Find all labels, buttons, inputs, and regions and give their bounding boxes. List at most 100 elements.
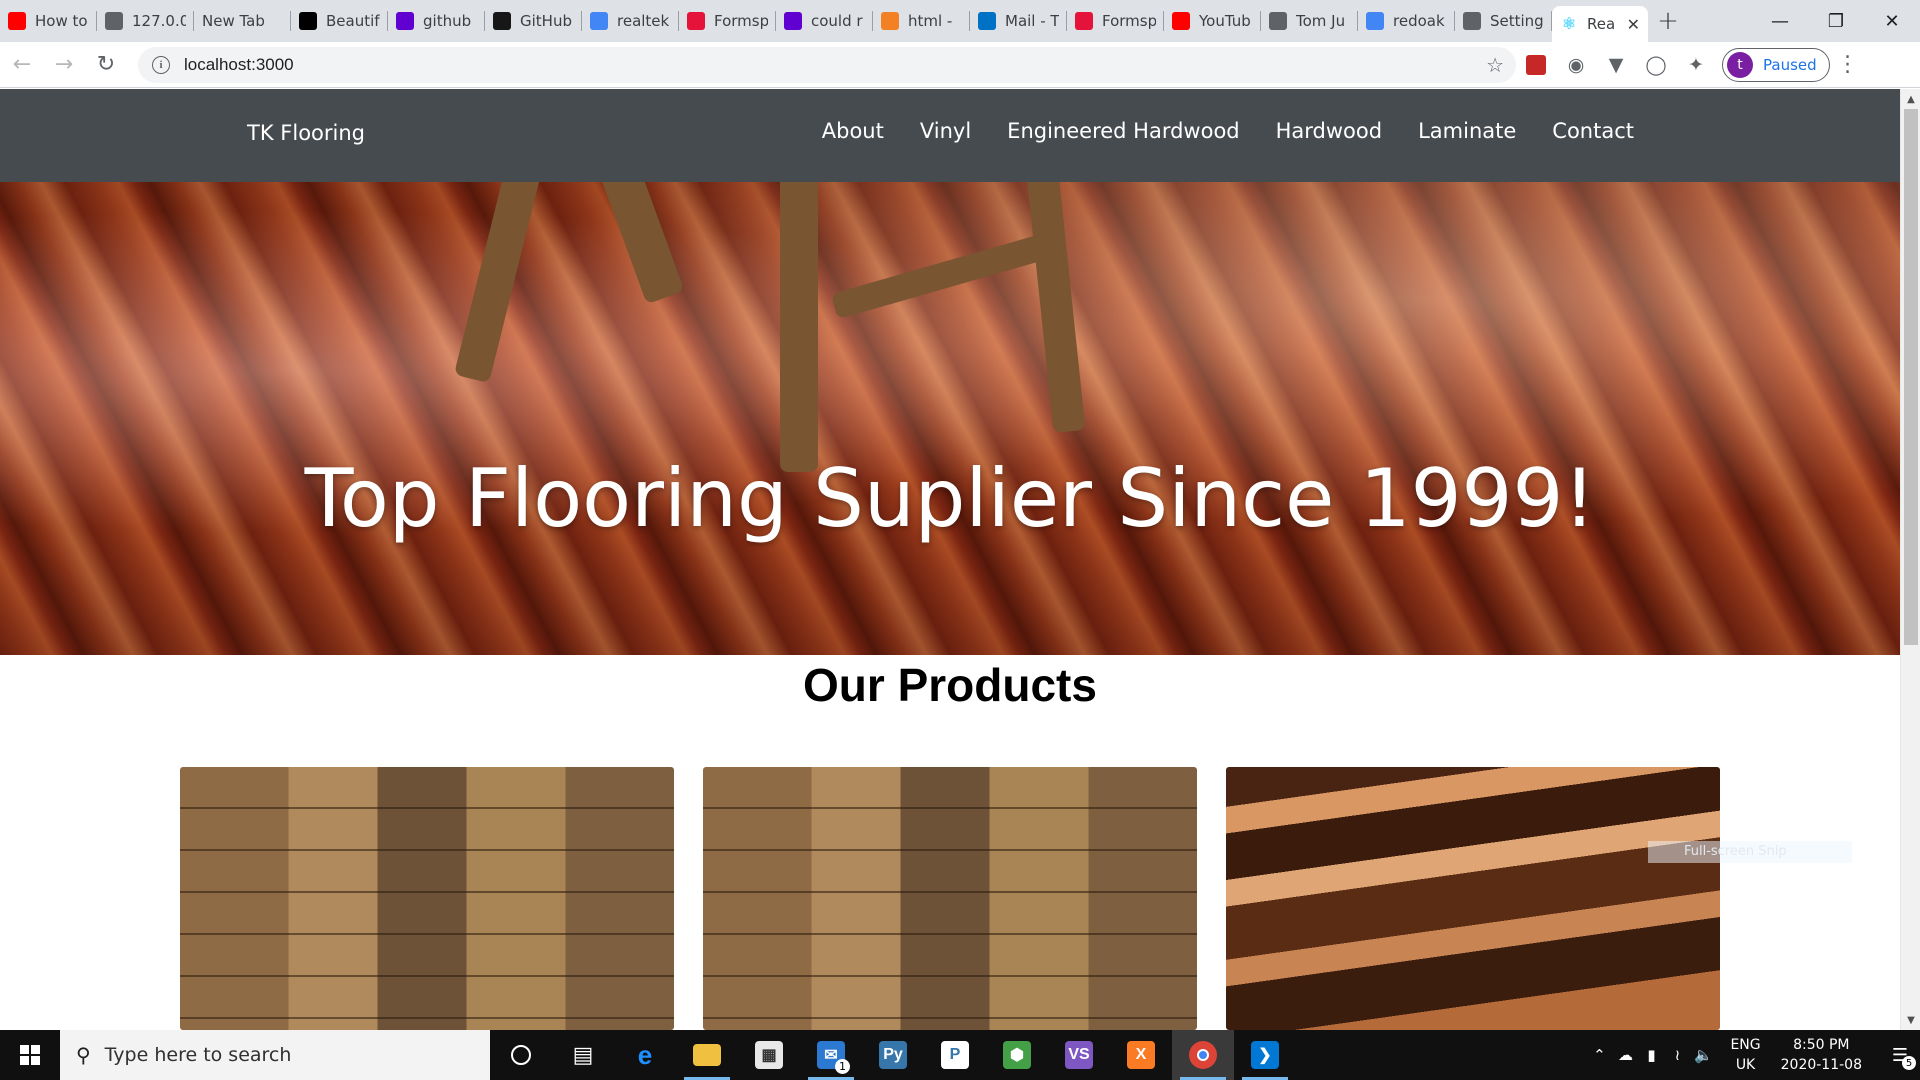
show-hidden-icons-icon[interactable]: ⌃	[1586, 1046, 1612, 1064]
tab-label: New Tab	[202, 12, 265, 30]
nav-link-about[interactable]: About	[822, 119, 884, 143]
new-tab-button[interactable]: +	[1648, 0, 1688, 42]
language-code: ENG	[1730, 1037, 1761, 1053]
bookmark-star-icon[interactable]: ☆	[1486, 53, 1504, 77]
formspree-icon	[1075, 12, 1093, 30]
task-view-icon[interactable]: ▤	[552, 1030, 614, 1080]
browser-tab[interactable]: YouTub	[1164, 0, 1261, 42]
hero-banner: Top Flooring Suplier Since 1999!	[0, 182, 1900, 655]
scroll-up-icon[interactable]: ▲	[1901, 89, 1920, 109]
url-text[interactable]: localhost:3000	[184, 55, 294, 75]
browser-tab[interactable]: New Tab	[194, 0, 291, 42]
browser-tab[interactable]: GitHub	[485, 0, 582, 42]
github-icon	[493, 12, 511, 30]
stackoverflow-icon	[881, 12, 899, 30]
mail-icon[interactable]: ✉ 1	[800, 1030, 862, 1080]
visual-studio-icon[interactable]: VS	[1048, 1030, 1110, 1080]
browser-tab[interactable]: 127.0.0	[97, 0, 194, 42]
vscode-icon[interactable]: ❯	[1234, 1030, 1296, 1080]
site-navbar: TK Flooring About Vinyl Engineered Hardwoo…	[0, 89, 1900, 182]
globe-icon	[1269, 12, 1287, 30]
python-icon[interactable]: Py	[862, 1030, 924, 1080]
language-indicator[interactable]: ENG UK	[1730, 1035, 1760, 1075]
battery-icon[interactable]: ▮	[1638, 1046, 1664, 1064]
scroll-down-icon[interactable]: ▼	[1901, 1010, 1920, 1030]
nav-link-vinyl[interactable]: Vinyl	[920, 119, 971, 143]
nav-link-hardwood[interactable]: Hardwood	[1276, 119, 1382, 143]
edge-icon[interactable]: e	[614, 1030, 676, 1080]
forward-icon[interactable]: →	[44, 45, 84, 85]
product-card-image[interactable]	[180, 767, 674, 1030]
notification-count: 5	[1902, 1056, 1916, 1070]
extension-grey-icon[interactable]: ◉	[1556, 45, 1596, 85]
browser-tab[interactable]: github	[388, 0, 485, 42]
youtube-icon	[8, 12, 26, 30]
file-explorer-icon[interactable]	[676, 1030, 738, 1080]
extension-vue-icon[interactable]: ▼	[1596, 45, 1636, 85]
wifi-icon[interactable]: ≀	[1664, 1046, 1690, 1064]
browser-tab[interactable]: Mail - T	[970, 0, 1067, 42]
python-file-icon[interactable]: P	[924, 1030, 986, 1080]
page-scrollbar[interactable]: ▲ ▼	[1900, 89, 1920, 1030]
chair-leg-image	[595, 182, 685, 305]
nav-link-contact[interactable]: Contact	[1552, 119, 1634, 143]
browser-tab-strip: How to 127.0.0 New Tab Beautif github GitHub r…	[0, 0, 1920, 42]
nodejs-icon[interactable]: ⬢	[986, 1030, 1048, 1080]
reload-icon[interactable]: ↻	[86, 45, 126, 85]
browser-toolbar: ← → ↻ i localhost:3000 ☆ ◉ ▼ ◯ ✦ t Pause…	[0, 42, 1920, 88]
browser-tab[interactable]: Formsp	[1067, 0, 1164, 42]
extension-circle-icon[interactable]: ◯	[1636, 45, 1676, 85]
scrollbar-thumb[interactable]	[1904, 109, 1918, 645]
browser-tab[interactable]: Tom Ju	[1261, 0, 1358, 42]
xampp-icon[interactable]: X	[1110, 1030, 1172, 1080]
restore-icon[interactable]: ❐	[1808, 0, 1864, 42]
browser-tab[interactable]: could r	[776, 0, 873, 42]
product-card-image[interactable]	[703, 767, 1197, 1030]
browser-tab[interactable]: realtek	[582, 0, 679, 42]
extension-red-icon[interactable]	[1516, 45, 1556, 85]
minimize-icon[interactable]: —	[1752, 0, 1808, 42]
tab-label: github	[423, 12, 472, 30]
active-browser-tab[interactable]: ⚛ Rea ✕	[1552, 6, 1648, 42]
extensions-puzzle-icon[interactable]: ✦	[1676, 45, 1716, 85]
nav-link-laminate[interactable]: Laminate	[1418, 119, 1516, 143]
menu-kebab-icon[interactable]: ⋮	[1830, 45, 1866, 85]
product-card-image[interactable]	[1226, 767, 1720, 1030]
youtube-icon	[1172, 12, 1190, 30]
start-button[interactable]	[0, 1030, 60, 1080]
store-icon[interactable]: ▦	[738, 1030, 800, 1080]
back-icon[interactable]: ←	[2, 45, 42, 85]
nav-link-engineered-hardwood[interactable]: Engineered Hardwood	[1007, 119, 1239, 143]
volume-icon[interactable]: 🔈	[1690, 1046, 1716, 1064]
close-window-icon[interactable]: ✕	[1864, 0, 1920, 42]
cortana-icon[interactable]	[490, 1030, 552, 1080]
onedrive-icon[interactable]: ☁	[1612, 1046, 1638, 1064]
taskbar-clock[interactable]: 8:50 PM 2020-11-08	[1781, 1035, 1862, 1075]
windows-logo-icon	[20, 1045, 40, 1065]
profile-button[interactable]: t Paused	[1722, 47, 1830, 82]
browser-tab[interactable]: Beautif	[291, 0, 388, 42]
browser-tab[interactable]: Formsp	[679, 0, 776, 42]
tab-label: Mail - T	[1005, 12, 1059, 30]
site-info-icon[interactable]: i	[152, 55, 170, 74]
site-brand[interactable]: TK Flooring	[247, 121, 365, 145]
browser-tab[interactable]: redoak	[1358, 0, 1455, 42]
chair-leg-image	[1026, 182, 1086, 433]
profile-status: Paused	[1763, 55, 1817, 74]
page-viewport: TK Flooring About Vinyl Engineered Hardwoo…	[0, 89, 1900, 1030]
hero-title: Top Flooring Suplier Since 1999!	[304, 452, 1596, 545]
close-tab-icon[interactable]: ✕	[1627, 15, 1640, 34]
notifications-icon[interactable]: ☰ 5	[1880, 1030, 1920, 1080]
tab-label: How to	[35, 12, 88, 30]
browser-tab[interactable]: html -	[873, 0, 970, 42]
chrome-icon[interactable]	[1172, 1030, 1234, 1080]
tab-label: html -	[908, 12, 953, 30]
tab-label: Rea	[1587, 15, 1616, 33]
chair-leg-image	[780, 182, 818, 472]
tab-label: 127.0.0	[132, 12, 186, 30]
browser-tab[interactable]: How to	[0, 0, 97, 42]
tab-label: could r	[811, 12, 863, 30]
taskbar-search[interactable]: ⚲ Type here to search	[60, 1030, 490, 1080]
browser-tab[interactable]: Setting	[1455, 0, 1552, 42]
address-bar[interactable]: i localhost:3000 ☆	[138, 46, 1516, 83]
